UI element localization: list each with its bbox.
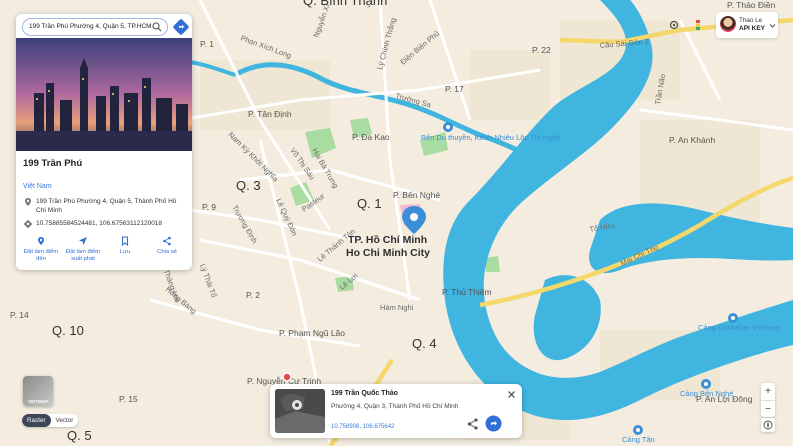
district-label: Q. 1	[357, 196, 382, 211]
district-label: Q. 4	[412, 336, 437, 351]
popup-coordinates: 10.758908, 106.675642	[331, 424, 395, 430]
minimap-label: VIETMAP	[27, 399, 48, 404]
address-row: 199 Trần Phú Phường 4, Quận 5, Thành Phố…	[23, 197, 183, 215]
svg-text:P. 2: P. 2	[246, 290, 260, 300]
poi-marker-icon[interactable]	[701, 379, 711, 389]
city-label-vi: TP. Hồ Chí Minh	[348, 234, 427, 246]
share-icon[interactable]	[466, 417, 480, 431]
place-coordinates: 10.75885584524481, 106.67563112120018	[36, 220, 163, 227]
place-country: Việt Nam	[23, 183, 52, 190]
selected-point-icon[interactable]	[282, 372, 292, 382]
api-key-label: API KEY	[739, 25, 766, 32]
poi-marker-icon[interactable]	[443, 122, 453, 132]
place-actions: Đặt làm điểm đến Đặt làm điểm xuất phát …	[16, 236, 192, 263]
popup-address: Phường 4, Quận 3, Thành Phố Hồ Chí Minh	[331, 403, 459, 410]
share-button[interactable]: Chia sẻ	[147, 236, 187, 263]
chevron-down-icon	[769, 24, 776, 28]
place-title: 199 Trần Phú	[23, 158, 83, 169]
street-view-image	[275, 389, 325, 433]
svg-text:P. Phạm Ngũ Lão: P. Phạm Ngũ Lão	[279, 328, 345, 338]
svg-text:Cảng Container Vietnam: Cảng Container Vietnam	[698, 323, 780, 332]
svg-text:Hàm Nghi: Hàm Nghi	[380, 303, 414, 312]
street-view-thumbnail[interactable]	[275, 389, 325, 433]
svg-text:P. 22: P. 22	[532, 45, 551, 55]
avatar	[720, 16, 736, 32]
district-label: Q. 3	[236, 178, 261, 193]
directions-icon[interactable]	[485, 415, 502, 432]
save-button[interactable]: Lưu	[105, 236, 145, 263]
zoom-control: + −	[761, 383, 775, 417]
user-name: Thao Le	[739, 17, 763, 24]
place-card: 199 Trần Phú Phường 4, Quận 5, TP.HCM 19…	[16, 14, 192, 270]
svg-text:Cảng Tân: Cảng Tân	[622, 435, 655, 444]
zoom-in-button[interactable]: +	[761, 383, 775, 400]
svg-text:P. Bến Nghé: P. Bến Nghé	[393, 190, 440, 200]
district-label: Q. 5	[67, 428, 92, 443]
coordinates-icon	[23, 219, 33, 229]
compass-icon	[763, 420, 773, 430]
district-label: Q. 10	[52, 323, 84, 338]
basemap-switcher[interactable]: VIETMAP	[23, 376, 53, 406]
compass-button[interactable]	[761, 418, 775, 432]
destination-pin-icon	[38, 237, 44, 245]
coordinates-row: 10.75885584524481, 106.67563112120018	[23, 219, 183, 229]
svg-text:P. 9: P. 9	[202, 202, 216, 212]
settings-icon[interactable]	[668, 19, 680, 31]
district-label: Q. Bình Thạnh	[303, 0, 387, 8]
poi-marker-icon[interactable]	[633, 425, 643, 435]
location-pin-icon	[25, 198, 31, 206]
vector-toggle[interactable]: Vector	[51, 414, 79, 427]
directions-icon[interactable]	[173, 19, 189, 35]
close-icon[interactable]	[507, 390, 516, 399]
share-icon	[163, 236, 171, 246]
raster-toggle[interactable]: Raster	[22, 414, 51, 427]
svg-text:P. Tân Định: P. Tân Định	[248, 109, 292, 119]
user-menu[interactable]: Thao Le API KEY	[716, 12, 778, 38]
city-label-en: Ho Chi Minh City	[346, 247, 430, 259]
svg-text:Cảng Bến Nghé: Cảng Bến Nghé	[680, 389, 733, 398]
svg-text:P. Đa Kao: P. Đa Kao	[352, 132, 390, 142]
svg-text:P. Thủ Thiêm: P. Thủ Thiêm	[442, 287, 492, 297]
navigation-arrow-icon	[79, 237, 87, 245]
svg-text:P. Thảo Điền: P. Thảo Điền	[727, 0, 776, 10]
top-right-controls: Thao Le API KEY	[664, 12, 779, 38]
svg-text:Bến Du thuyền, Kênh Nhiêu Lộc: Bến Du thuyền, Kênh Nhiêu Lộc Thị Nghè	[421, 133, 561, 142]
place-photo	[16, 38, 192, 151]
search-value: 199 Trần Phú Phường 4, Quận 5, TP.HCM	[29, 23, 152, 30]
search-input[interactable]: 199 Trần Phú Phường 4, Quận 5, TP.HCM	[22, 18, 168, 36]
search-icon[interactable]	[152, 22, 162, 32]
map-style-toggle: Raster Vector	[22, 414, 79, 427]
svg-text:P. 17: P. 17	[445, 84, 464, 94]
svg-text:P. 15: P. 15	[119, 394, 138, 404]
set-start-button[interactable]: Đặt làm điểm xuất phát	[63, 236, 103, 263]
set-destination-button[interactable]: Đặt làm điểm đến	[21, 236, 61, 263]
svg-text:P. 14: P. 14	[10, 310, 29, 320]
location-popup: 199 Trần Quốc Thảo Phường 4, Quận 3, Thà…	[270, 384, 522, 438]
place-address: 199 Trần Phú Phường 4, Quận 5, Thành Phố…	[36, 198, 177, 214]
bookmark-icon	[121, 236, 129, 246]
svg-text:P. 1: P. 1	[200, 39, 214, 49]
poi-marker-icon[interactable]	[728, 313, 738, 323]
app-palette-icon[interactable]	[692, 19, 704, 31]
svg-text:P. An Khánh: P. An Khánh	[669, 135, 715, 145]
popup-title: 199 Trần Quốc Thảo	[331, 390, 398, 397]
zoom-out-button[interactable]: −	[761, 400, 775, 417]
